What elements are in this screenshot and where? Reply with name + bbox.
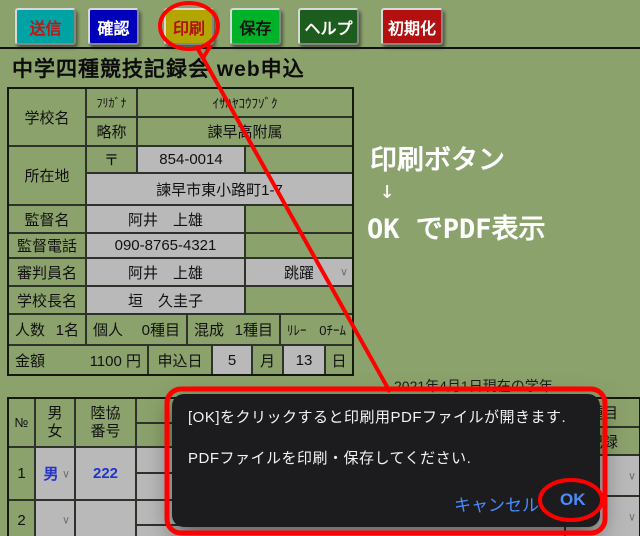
individual-value: 0種目: [142, 319, 180, 340]
furigana-value[interactable]: ｲｻﾊﾔｺｳﾌｿﾞｸ: [137, 88, 353, 117]
relay-cell: ﾘﾚｰ 0ﾁｰﾑ: [280, 314, 353, 345]
chevron-down-icon: ∨: [340, 266, 348, 279]
judge-role-value: 跳躍: [284, 262, 314, 283]
count-label: 人数: [15, 319, 45, 340]
annotation-line1: 印刷ボタン: [370, 138, 505, 177]
postal-mark: 〒: [86, 146, 137, 173]
principal-input[interactable]: 垣 久圭子: [86, 286, 245, 314]
fee-cell: 金額 1100 円: [8, 345, 148, 375]
annotation-arrow-icon: ↓: [380, 176, 394, 204]
coach-spare-cell: [245, 205, 353, 233]
school-name-label: 学校名: [8, 88, 86, 146]
furigana-label: ﾌﾘｶﾞﾅ: [86, 88, 137, 117]
toolbar-divider: [0, 47, 640, 49]
combined-value: 1種目: [235, 319, 273, 340]
zip-spare-cell: [245, 146, 353, 173]
row1-no: 1: [8, 447, 35, 500]
col-header-assoc: 陸協 番号: [75, 398, 136, 447]
chevron-down-icon: ∨: [62, 514, 70, 527]
assoc-header-line1: 陸協: [90, 405, 120, 423]
page: 送信 確認 印刷 保存 ヘルプ 初期化 中学四種競技記録会 web申込 学校名 …: [0, 0, 640, 536]
age-reference-note: 2021年4月1日現在の学年: [394, 376, 553, 396]
individual-cell: 個人 0種目: [86, 314, 187, 345]
combined-cell: 混成 1種目: [187, 314, 280, 345]
print-button[interactable]: 印刷: [164, 8, 214, 45]
row2-assoc-input[interactable]: [75, 500, 136, 536]
dialog-ok-button[interactable]: OK: [554, 489, 592, 511]
row1-sex-select[interactable]: 男 ∨: [35, 447, 75, 500]
apply-date-label: 申込日: [148, 345, 212, 375]
chevron-down-icon: ∨: [628, 469, 636, 482]
relay-value: 0ﾁｰﾑ: [319, 320, 346, 339]
row2-no: 2: [8, 500, 35, 536]
month-input[interactable]: 5: [212, 345, 252, 375]
row2-sex-select[interactable]: ∨: [35, 500, 75, 536]
address-input[interactable]: 諫早市東小路町1-7: [86, 173, 353, 205]
relay-label: ﾘﾚｰ: [287, 320, 307, 339]
judge-label: 審判員名: [8, 258, 86, 286]
sex-header-line2: 女: [47, 423, 62, 441]
annotation-line2: OK でPDF表示: [367, 207, 546, 246]
confirm-button[interactable]: 確認: [88, 8, 139, 45]
row1-sex-value: 男: [43, 463, 58, 484]
principal-spare-cell: [245, 286, 353, 314]
individual-label: 個人: [93, 319, 123, 340]
dialog-cancel-button[interactable]: キャンセル: [448, 490, 545, 517]
judge-role-select[interactable]: 跳躍 ∨: [245, 258, 353, 286]
help-button[interactable]: ヘルプ: [298, 8, 359, 45]
fee-value: 1100 円: [90, 350, 141, 371]
chevron-down-icon: ∨: [62, 467, 70, 480]
coach-tel-label: 監督電話: [8, 233, 86, 258]
coach-label: 監督名: [8, 205, 86, 233]
coach-tel-input[interactable]: 090-8765-4321: [86, 233, 245, 258]
chevron-down-icon: ∨: [628, 510, 636, 523]
col-header-sex: 男 女: [35, 398, 75, 447]
short-name-value[interactable]: 諫早高附属: [137, 117, 353, 146]
reset-button[interactable]: 初期化: [381, 8, 443, 45]
count-value: 1名: [56, 319, 79, 340]
col-header-no: №: [8, 398, 35, 447]
zip-input[interactable]: 854-0014: [137, 146, 245, 173]
coach-input[interactable]: 阿井 上雄: [86, 205, 245, 233]
address-label: 所在地: [8, 146, 86, 205]
count-cell: 人数 1名: [8, 314, 86, 345]
month-unit: 月: [252, 345, 283, 375]
day-input[interactable]: 13: [283, 345, 325, 375]
short-name-label: 略称: [86, 117, 137, 146]
save-button[interactable]: 保存: [230, 8, 281, 45]
dialog-message-2: PDFファイルを印刷・保存してください.: [188, 447, 471, 468]
coach-tel-spare-cell: [245, 233, 353, 258]
dialog-message-1: [OK]をクリックすると印刷用PDFファイルが開きます.: [188, 406, 566, 427]
send-button[interactable]: 送信: [15, 8, 76, 45]
page-title: 中学四種競技記録会 web申込: [12, 53, 305, 83]
row1-assoc-input[interactable]: 222: [75, 447, 136, 500]
day-unit: 日: [325, 345, 353, 375]
fee-label: 金額: [15, 350, 45, 371]
judge-input[interactable]: 阿井 上雄: [86, 258, 245, 286]
assoc-header-line2: 番号: [90, 423, 120, 441]
principal-label: 学校長名: [8, 286, 86, 314]
combined-label: 混成: [194, 319, 224, 340]
sex-header-line1: 男: [47, 405, 62, 423]
